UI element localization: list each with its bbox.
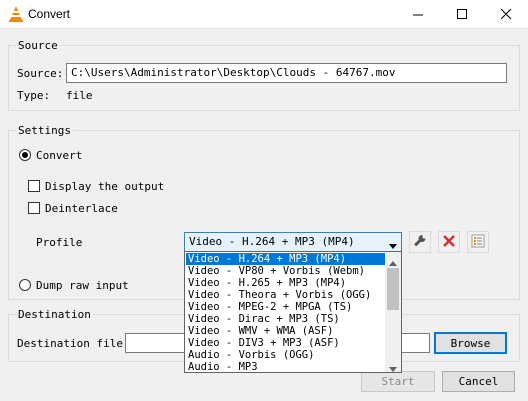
new-profile-list-icon — [471, 234, 485, 251]
profile-option[interactable]: Video - WMV + WMA (ASF) — [186, 325, 387, 337]
profile-option[interactable]: Video - H.264 + MP3 (MP4) — [186, 253, 387, 265]
profile-dropdown-list[interactable]: Video - H.264 + MP3 (MP4) Video - VP80 + … — [184, 251, 402, 373]
source-field[interactable]: C:\Users\Administrator\Desktop\Clouds - … — [66, 63, 507, 83]
close-button[interactable] — [484, 0, 528, 28]
start-button[interactable]: Start — [361, 371, 435, 392]
new-profile-button[interactable] — [467, 231, 489, 253]
radio-selected-dot — [22, 152, 28, 158]
profile-option[interactable]: Video - Dirac + MP3 (TS) — [186, 313, 387, 325]
window-title: Convert — [28, 7, 71, 21]
profile-option[interactable]: Video - VP80 + Vorbis (Webm) — [186, 265, 387, 277]
title-bar: Convert — [0, 0, 528, 29]
destination-file-label: Destination file: — [17, 337, 130, 350]
maximize-button[interactable] — [440, 0, 484, 28]
deinterlace-checkbox[interactable] — [28, 202, 40, 214]
profile-option[interactable]: Video - H.265 + MP3 (MP4) — [186, 277, 387, 289]
source-label: Source: — [17, 67, 64, 80]
profile-option[interactable]: Audio - MP3 — [186, 361, 387, 372]
dropdown-scrollbar[interactable] — [385, 252, 401, 372]
delete-profile-button[interactable] — [438, 231, 460, 253]
source-group-label: Source — [16, 39, 60, 52]
profile-option[interactable]: Audio - Vorbis (OGG) — [186, 349, 387, 361]
type-label: Type: — [17, 89, 51, 102]
browse-button[interactable]: Browse — [434, 332, 507, 354]
cancel-button[interactable]: Cancel — [442, 371, 515, 392]
wrench-icon — [413, 234, 427, 251]
type-value: file — [66, 89, 93, 102]
scroll-down-arrow-icon[interactable] — [389, 362, 397, 372]
settings-group-label: Settings — [16, 124, 73, 137]
profile-combobox[interactable]: Video - H.264 + MP3 (MP4) — [184, 232, 402, 252]
convert-radio[interactable] — [19, 149, 31, 161]
scrollbar-thumb[interactable] — [387, 268, 399, 310]
profile-option[interactable]: Video - Theora + Vorbis (OGG) — [186, 289, 387, 301]
dump-raw-label[interactable]: Dump raw input — [36, 279, 129, 292]
profile-option[interactable]: Video - DIV3 + MP3 (ASF) — [186, 337, 387, 349]
vlc-cone-icon — [8, 5, 24, 23]
profile-option[interactable]: Video - MPEG-2 + MPGA (TS) — [186, 301, 387, 313]
display-output-checkbox[interactable] — [28, 180, 40, 192]
destination-file-field-right[interactable] — [400, 333, 430, 353]
destination-file-field[interactable] — [125, 333, 185, 353]
dump-raw-radio[interactable] — [19, 279, 31, 291]
minimize-button[interactable] — [396, 0, 440, 28]
destination-group-label: Destination — [16, 308, 93, 321]
convert-label[interactable]: Convert — [36, 149, 82, 162]
profile-label: Profile — [36, 236, 83, 249]
red-x-icon — [443, 234, 455, 250]
profile-selected-value: Video - H.264 + MP3 (MP4) — [189, 235, 355, 248]
display-output-label[interactable]: Display the output — [45, 180, 164, 193]
deinterlace-label[interactable]: Deinterlace — [45, 202, 118, 215]
edit-profile-wrench-button[interactable] — [409, 231, 431, 253]
